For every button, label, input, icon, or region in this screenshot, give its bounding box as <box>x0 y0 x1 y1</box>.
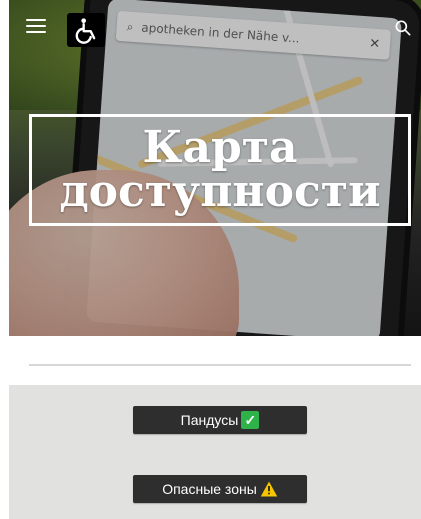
actions-panel: Пандусы ✓ Опасные зоны <box>9 385 421 519</box>
wheelchair-icon[interactable] <box>67 13 105 47</box>
danger-zones-button[interactable]: Опасные зоны <box>133 475 307 503</box>
checkmark-icon: ✓ <box>241 411 260 429</box>
search-icon[interactable] <box>393 18 413 38</box>
warning-icon <box>260 480 278 498</box>
hero-title-line-2: доступности <box>59 166 381 217</box>
section-divider <box>29 364 411 366</box>
ramps-button[interactable]: Пандусы ✓ <box>133 406 307 434</box>
danger-zones-button-label: Опасные зоны <box>162 481 257 497</box>
ramps-button-label: Пандусы <box>180 412 239 428</box>
hero-title-box: Карта доступности <box>29 114 411 226</box>
top-bar <box>9 0 421 52</box>
hamburger-menu-icon[interactable] <box>26 19 46 33</box>
hero-title-line-1: Карта <box>142 122 298 173</box>
